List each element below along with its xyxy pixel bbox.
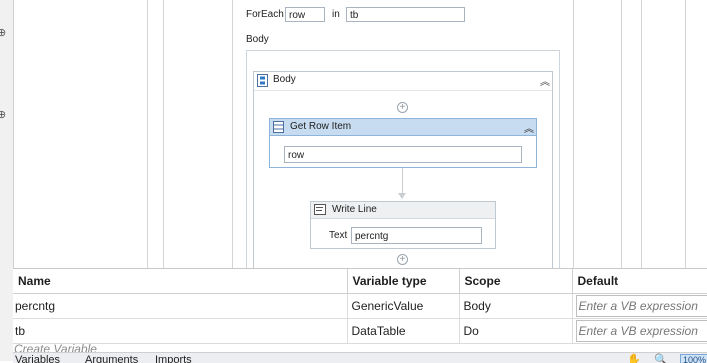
collapse-icon[interactable]: ︽ xyxy=(540,73,550,88)
create-variable-label[interactable]: Create Variable xyxy=(14,343,97,352)
variable-name-cell[interactable]: tb xyxy=(13,319,347,344)
write-line-text-input[interactable]: percntg xyxy=(351,227,482,244)
variable-scope-cell[interactable]: Do xyxy=(459,319,572,344)
datarow-icon xyxy=(273,121,284,133)
zoom-level[interactable]: 100% xyxy=(680,354,707,363)
variable-default-cell[interactable]: Enter a VB expression xyxy=(572,294,707,319)
designer-guide-line xyxy=(641,0,642,268)
get-row-item-title: Get Row Item xyxy=(290,121,351,132)
tab-imports[interactable]: Imports xyxy=(155,354,192,363)
designer-guide-line xyxy=(621,0,622,268)
table-row[interactable]: tb DataTable Do Enter a VB expression xyxy=(13,319,707,344)
get-row-item-input[interactable]: row xyxy=(284,146,522,163)
foreach-label: ForEach xyxy=(246,8,284,22)
write-line-activity[interactable]: Write Line Text percntg xyxy=(310,201,496,249)
column-header-scope[interactable]: Scope xyxy=(459,269,572,294)
write-line-header: Write Line xyxy=(311,202,495,219)
foreach-collection-input[interactable]: tb xyxy=(346,7,465,22)
designer-bottom-bar: Variables Arguments Imports ✋ 🔍 100% xyxy=(13,352,707,363)
designer-guide-line xyxy=(232,0,233,268)
variable-name-cell[interactable]: percntg xyxy=(13,294,347,319)
variables-table: Name Variable type Scope Default percntg… xyxy=(13,269,707,344)
designer-guide-line xyxy=(147,0,148,268)
zoom-icon[interactable]: 🔍 xyxy=(654,353,668,363)
in-label: in xyxy=(332,8,340,22)
connector-line xyxy=(402,168,403,194)
pin-icon[interactable]: ⊕ xyxy=(0,26,6,39)
pin-icon[interactable]: ⊕ xyxy=(0,108,6,121)
get-row-item-header: Get Row Item ︽ xyxy=(270,119,536,136)
foreach-item-input[interactable]: row xyxy=(285,7,325,22)
body-sequence-header: Body ︽ xyxy=(254,72,552,91)
write-line-text-label: Text xyxy=(329,230,347,241)
column-header-type[interactable]: Variable type xyxy=(347,269,459,294)
create-variable-row[interactable]: Create Variable xyxy=(14,343,97,352)
tab-arguments[interactable]: Arguments xyxy=(85,354,138,363)
dot-icon: · xyxy=(0,124,1,136)
variables-header-row: Name Variable type Scope Default xyxy=(13,269,707,294)
write-line-title: Write Line xyxy=(332,204,377,215)
variable-type-cell[interactable]: DataTable xyxy=(347,319,459,344)
column-header-default[interactable]: Default xyxy=(572,269,707,294)
default-expression-input[interactable]: Enter a VB expression xyxy=(576,320,707,342)
default-expression-input[interactable]: Enter a VB expression xyxy=(576,295,707,317)
add-activity-icon[interactable]: + xyxy=(397,102,408,113)
pan-hand-icon[interactable]: ✋ xyxy=(627,353,641,363)
body-label: Body xyxy=(246,33,269,47)
sequence-icon xyxy=(257,74,268,87)
variables-panel: Name Variable type Scope Default percntg… xyxy=(13,268,707,362)
left-toolbar: ⊕ · · ⊕ · xyxy=(0,0,14,361)
collapse-icon[interactable]: ︽ xyxy=(524,120,534,135)
dot-icon: · xyxy=(0,69,1,81)
write-line-icon xyxy=(314,204,326,215)
dot-icon: · xyxy=(0,50,1,62)
tab-variables[interactable]: Variables xyxy=(15,354,60,363)
column-header-name[interactable]: Name xyxy=(13,269,347,294)
designer-guide-line xyxy=(163,0,164,268)
add-activity-icon[interactable]: + xyxy=(397,254,408,265)
variable-type-cell[interactable]: GenericValue xyxy=(347,294,459,319)
variable-default-cell[interactable]: Enter a VB expression xyxy=(572,319,707,344)
table-row[interactable]: percntg GenericValue Body Enter a VB exp… xyxy=(13,294,707,319)
body-sequence-title: Body xyxy=(273,74,296,85)
variable-scope-cell[interactable]: Body xyxy=(459,294,572,319)
designer-guide-line xyxy=(573,0,574,268)
connector-arrow-icon xyxy=(398,193,406,199)
designer-guide-line xyxy=(685,0,686,268)
get-row-item-activity[interactable]: Get Row Item ︽ row xyxy=(269,118,537,168)
